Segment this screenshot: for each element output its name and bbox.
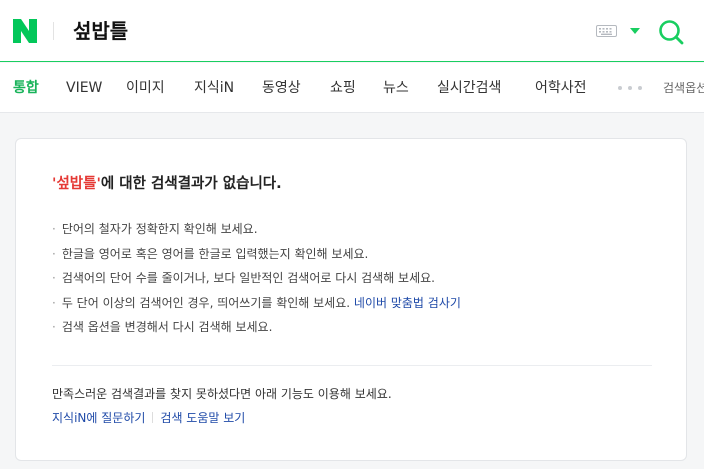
search-icon[interactable] <box>658 19 684 45</box>
tip-item: 검색 옵션을 변경해서 다시 검색해 보세요. <box>52 315 461 340</box>
tip-item: 두 단어 이상의 검색어인 경우, 띄어쓰기를 확인해 보세요. 네이버 맞춤법… <box>52 291 461 316</box>
search-tabs: 통합 VIEW 이미지 지식iN 동영상 쇼핑 뉴스 실시간검색 어학사전 검색… <box>0 63 704 113</box>
tab-view[interactable]: VIEW <box>66 63 102 112</box>
ask-kin-link[interactable]: 지식iN에 질문하기 <box>52 411 145 425</box>
search-help-link[interactable]: 검색 도움말 보기 <box>160 411 245 425</box>
tab-video[interactable]: 동영상 <box>262 63 301 112</box>
help-text: 만족스러운 검색결과를 찾지 못하셨다면 아래 기능도 이용해 보세요. <box>52 387 392 401</box>
tab-shopping[interactable]: 쇼핑 <box>330 63 356 112</box>
tip-item: 검색어의 단어 수를 줄이거나, 보다 일반적인 검색어로 다시 검색해 보세요… <box>52 266 461 291</box>
tab-news[interactable]: 뉴스 <box>383 63 409 112</box>
no-result-title: '섶밥틀'에 대한 검색결과가 없습니다. <box>52 174 282 194</box>
link-separator <box>152 412 154 423</box>
section-divider <box>52 365 652 366</box>
search-option-button[interactable]: 검색옵션 <box>663 63 704 112</box>
tab-dictionary[interactable]: 어학사전 <box>535 63 587 112</box>
search-query-input[interactable]: 섶밥틀 <box>73 17 128 45</box>
tab-images[interactable]: 이미지 <box>126 63 165 112</box>
search-header: 섶밥틀 <box>0 0 704 62</box>
tab-integrated[interactable]: 통합 <box>13 63 39 112</box>
header-divider <box>53 22 54 40</box>
tip-item: 한글을 영어로 혹은 영어를 한글로 입력했는지 확인해 보세요. <box>52 242 461 267</box>
tab-kin[interactable]: 지식iN <box>194 63 234 112</box>
tab-realtime[interactable]: 실시간검색 <box>437 63 501 112</box>
tip-item: 단어의 철자가 정확한지 확인해 보세요. <box>52 217 461 242</box>
naver-logo-icon[interactable] <box>13 19 37 43</box>
keyboard-icon[interactable] <box>596 25 617 37</box>
help-links: 지식iN에 질문하기 검색 도움말 보기 <box>52 409 245 427</box>
no-result-message: 에 대한 검색결과가 없습니다. <box>100 176 282 192</box>
spell-checker-link[interactable]: 네이버 맞춤법 검사기 <box>354 296 461 310</box>
more-tabs-icon[interactable] <box>618 86 642 90</box>
tips-list: 단어의 철자가 정확한지 확인해 보세요. 한글을 영어로 혹은 영어를 한글로… <box>52 217 461 340</box>
no-result-card: '섶밥틀'에 대한 검색결과가 없습니다. 단어의 철자가 정확한지 확인해 보… <box>15 138 687 461</box>
caret-down-icon[interactable] <box>629 27 641 35</box>
query-highlight: '섶밥틀' <box>52 176 101 192</box>
